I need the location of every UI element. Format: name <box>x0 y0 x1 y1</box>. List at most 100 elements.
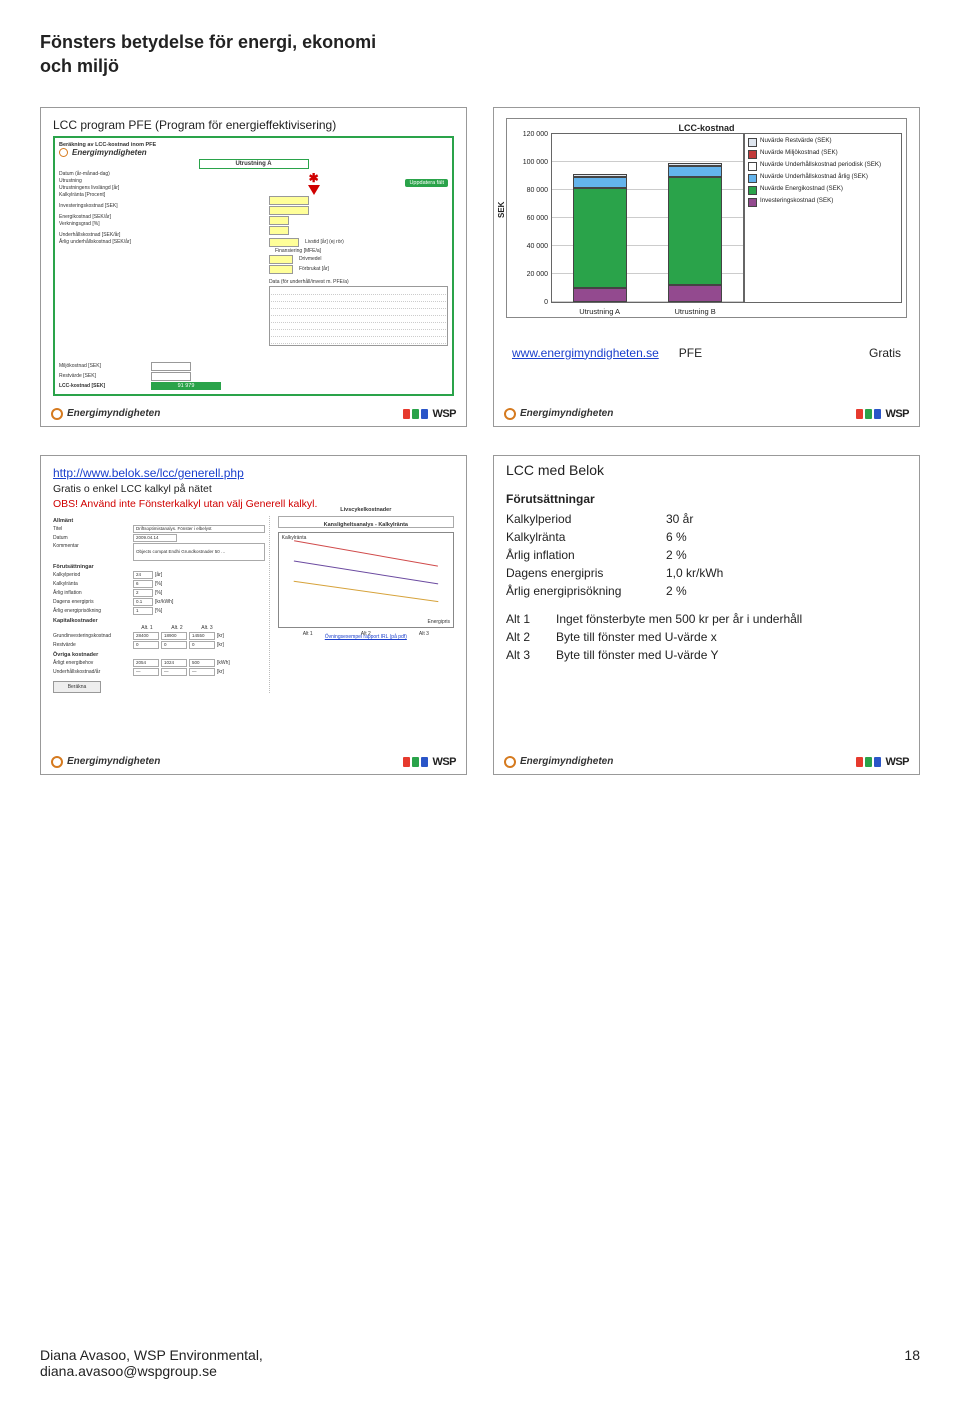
yt80: 80 000 <box>518 187 548 194</box>
wsp-logo: WSP <box>856 408 909 420</box>
wsp-logo: WSP <box>403 408 456 420</box>
yt0: 0 <box>518 299 548 306</box>
s4-sub: Förutsättningar <box>506 492 907 506</box>
bl-kom-l: Kommentar <box>53 543 131 549</box>
lbl-lcc: LCC-kostnad [SEK] <box>59 383 149 389</box>
yt20: 20 000 <box>518 271 548 278</box>
bl-po-l: Årlig energiprisökning <box>53 608 131 614</box>
yt60: 60 000 <box>518 215 548 222</box>
uh2[interactable]: — <box>161 668 187 676</box>
f-inv: Investeringskostnad [SEK] <box>59 203 118 209</box>
bl-dp-f[interactable]: 0.1 <box>133 598 153 606</box>
berakna-button[interactable]: Beräkna <box>53 681 101 693</box>
bl-rv-l: Restvärde <box>53 642 131 648</box>
uh3[interactable]: — <box>189 668 215 676</box>
bl-if-l: Årlig inflation <box>53 590 131 596</box>
footer-left-1: Diana Avasoo, WSP Environmental, <box>40 1347 263 1363</box>
s4-pr-l: Dagens energipris <box>506 566 666 580</box>
s4-kp-l: Kalkylperiod <box>506 512 666 526</box>
chart-title: LCC-kostnad <box>511 123 902 133</box>
bl-dat-f[interactable]: 2009.04.14 <box>133 534 177 542</box>
ae2[interactable]: 1024 <box>161 659 187 667</box>
sec-ov: Övriga kostnader <box>53 652 265 658</box>
rv1[interactable]: 0 <box>133 641 159 649</box>
rv-u: [kr] <box>217 642 224 648</box>
cell-liv <box>269 216 289 225</box>
s4-a2-v: Byte till fönster med U-värde x <box>556 630 907 644</box>
f-utr: Utrustning <box>59 178 82 184</box>
s4-assumptions: Kalkylperiod30 år Kalkylränta6 % Årlig i… <box>506 512 907 598</box>
alt3h: Alt. 3 <box>193 625 221 631</box>
gi2[interactable]: 18900 <box>161 632 187 640</box>
bl-kp-f[interactable]: 24 <box>133 571 153 579</box>
cell-date <box>269 196 309 205</box>
ae3[interactable]: 500 <box>189 659 215 667</box>
cell-fb <box>269 265 293 274</box>
sec-kap: Kapitalkostnader <box>53 618 265 624</box>
bl-kp-u: [år] <box>155 572 162 578</box>
bl-titel-l: Titel <box>53 526 131 532</box>
sens-l3: Alt 3 <box>419 631 429 637</box>
f-datum: Datum (år-månad-dag) <box>59 171 110 177</box>
em-link[interactable]: www.energimyndigheten.se <box>512 346 659 360</box>
belok-url[interactable]: http://www.belok.se/lcc/generell.php <box>53 466 244 480</box>
bl-po-f[interactable]: 1 <box>133 607 153 615</box>
lbl-livstid: Livstid [år] (ej rör) <box>305 239 344 245</box>
s4-title: LCC med Belok <box>506 462 907 478</box>
yt100: 100 000 <box>518 159 548 166</box>
lg-miljo: Nuvärde Miljökostnad (SEK) <box>760 149 838 156</box>
slide4-footer: Energimyndigheten WSP <box>504 756 909 768</box>
f-ar: Årlig underhållskostnad [SEK/år] <box>59 239 131 245</box>
lbl-driv: Drivmedel <box>299 256 322 262</box>
bl-if-f[interactable]: 2 <box>133 589 153 597</box>
belok-sens-chart: Kansligheltsanalys - Kalkylränta Kalkylr… <box>278 532 454 628</box>
em-text: Energimyndigheten <box>67 408 160 419</box>
slide-4: LCC med Belok Förutsättningar Kalkylperi… <box>493 455 920 775</box>
gi1[interactable]: 28400 <box>133 632 159 640</box>
pfe-section-title: Utrustning A <box>199 159 309 169</box>
xcat-a: Utrustning A <box>579 307 620 316</box>
star-icon: ✱ <box>309 171 319 185</box>
bl-uh-l: Underhållskostnad/år <box>53 669 131 675</box>
f-uh: Underhållskostnad [SEK/år] <box>59 232 120 238</box>
lcc-chart-frame: LCC-kostnad SEK 0 20 000 40 000 60 000 8… <box>506 118 907 318</box>
alt2h: Alt. 2 <box>163 625 191 631</box>
cell-inv <box>269 238 299 247</box>
bl-titel-f[interactable]: Driftsoptimistanalys. Fönster i elbelyst <box>133 525 265 533</box>
uppdatera-button[interactable]: Uppdatera fält <box>405 179 448 187</box>
s4-pr-v: 1,0 kr/kWh <box>666 566 756 580</box>
swatch-miljo-icon <box>748 150 757 159</box>
alt1h: Alt. 1 <box>133 625 161 631</box>
chart-plot: 0 20 000 40 000 60 000 80 000 100 000 12… <box>551 133 744 303</box>
slide-1: LCC program PFE (Program för energieffek… <box>40 107 467 427</box>
slide-grid: LCC program PFE (Program för energieffek… <box>40 107 920 775</box>
rv3[interactable]: 0 <box>189 641 215 649</box>
wsp-text: WSP <box>432 756 456 768</box>
rv2[interactable]: 0 <box>161 641 187 649</box>
bl-kr-l: Kalkylränta <box>53 581 131 587</box>
bl-kr-f[interactable]: 6 <box>133 580 153 588</box>
sens-l2: Alt 2 <box>361 631 371 637</box>
bl-kom-f[interactable]: Objects compat Endhi Grundkostnader 50 … <box>133 543 265 561</box>
em-ring-icon <box>59 148 68 157</box>
wsp-logo: WSP <box>403 756 456 768</box>
s4-a3-l: Alt 3 <box>506 648 556 662</box>
pfe-brand-text: Energimyndigheten <box>72 148 147 157</box>
sec-allm: Allmänt <box>53 518 265 524</box>
sens-title: Kansligheltsanalys - Kalkylränta <box>279 522 453 528</box>
f-vk: Verkningsgrad [%] <box>59 221 100 227</box>
ae1[interactable]: 2054 <box>133 659 159 667</box>
em-text: Energimyndigheten <box>520 408 613 419</box>
page-footer: Diana Avasoo, WSP Environmental, diana.a… <box>40 1347 920 1379</box>
s4-po-l: Årlig energiprisökning <box>506 584 666 598</box>
ylabel: SEK <box>497 201 506 217</box>
uh1[interactable]: — <box>133 668 159 676</box>
bl-dp-u: [kr/kWh] <box>155 599 173 605</box>
page-title: Fönsters betydelse för energi, ekonomi o… <box>40 30 920 79</box>
gi3[interactable]: 14550 <box>189 632 215 640</box>
sens-l1: Alt 1 <box>303 631 313 637</box>
em-ring-icon <box>504 756 516 768</box>
bl-gi-l: Grundinvesteringskostnad <box>53 633 131 639</box>
belok-form: Allmänt TitelDriftsoptimistanalys. Fönst… <box>53 516 454 693</box>
lcc-value: 91 979 <box>151 382 221 390</box>
